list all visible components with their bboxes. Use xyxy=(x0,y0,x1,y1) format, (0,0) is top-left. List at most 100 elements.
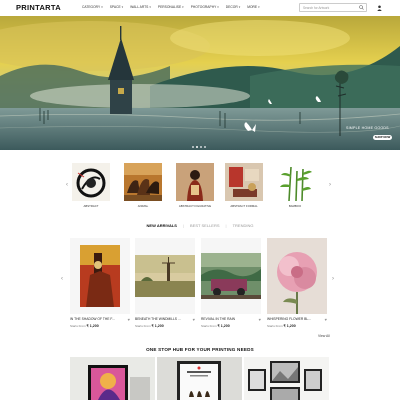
nav-personalise[interactable]: PERSONALISE ▾ xyxy=(158,5,184,9)
category-abstract-figurative[interactable]: ABSTRACT FIGURATIVE xyxy=(176,163,214,208)
product-card[interactable]: IN THE SHADOW OF THE F... ♥ Starts From ₹… xyxy=(70,238,130,328)
nav-category[interactable]: CATEGORY ▾ xyxy=(82,5,103,9)
category-animal[interactable]: ANIMAL xyxy=(124,163,162,208)
nav-decor[interactable]: DECOR ▾ xyxy=(226,5,240,9)
category-image xyxy=(225,163,263,201)
heart-icon[interactable]: ♥ xyxy=(128,317,130,322)
product-image xyxy=(201,238,261,314)
nav-more[interactable]: MORE ▾ xyxy=(247,5,259,9)
chevron-down-icon: ▾ xyxy=(149,5,151,9)
nav-label: PERSONALISE xyxy=(157,5,182,9)
heart-icon[interactable]: ♥ xyxy=(259,317,261,322)
category-bamboo[interactable]: BAMBOO xyxy=(276,163,314,208)
product-tabs: NEW ARRIVALS | BEST SELLERS | TRENDING xyxy=(0,223,400,228)
nav-label: PHOTOGRAPHY xyxy=(190,5,217,9)
tab-best-sellers[interactable]: BEST SELLERS xyxy=(190,223,220,228)
hub-card[interactable] xyxy=(70,357,155,400)
product-card[interactable]: BENEATH THE WINDMILLS ... ♥ Starts From ₹… xyxy=(135,238,195,328)
price-value: ₹ 1,200 xyxy=(86,324,99,328)
carousel-dots xyxy=(192,146,206,148)
main-nav: CATEGORY ▾ SPACE ▾ WALL ARTS ▾ PERSONALISE ▾… xyxy=(82,5,260,9)
hero-caption: SIMPLE HOME GOODS xyxy=(346,126,389,130)
chevron-down-icon: ▾ xyxy=(238,5,241,9)
price-value: ₹ 1,200 xyxy=(217,324,230,328)
price-prefix: Starts From xyxy=(267,324,283,328)
product-image xyxy=(135,238,195,314)
carousel-dot[interactable] xyxy=(192,146,194,148)
category-label: ABSTRACT xyxy=(83,204,99,208)
category-abstract-formal[interactable]: ABSTRACT FORMAL xyxy=(225,163,263,208)
product-title-row: REVIVAL IN THE RAIN ♥ xyxy=(201,317,261,322)
category-label: ANIMAL xyxy=(137,204,149,208)
section-title: ONE STOP HUB FOR YOUR PRINTING NEEDS xyxy=(146,347,254,352)
products-next-arrow-icon[interactable]: › xyxy=(332,276,334,282)
product-price: Starts From ₹ 1,200 xyxy=(267,324,327,328)
product-image xyxy=(267,238,327,314)
product-title-row: BENEATH THE WINDMILLS ... ♥ xyxy=(135,317,195,322)
search-icon[interactable] xyxy=(359,5,364,10)
nav-label: WALL ARTS xyxy=(130,5,149,9)
tab-trending[interactable]: TRENDING xyxy=(233,223,254,228)
nav-space[interactable]: SPACE ▾ xyxy=(110,5,123,9)
product-price: Starts From ₹ 1,200 xyxy=(135,324,195,328)
product-title-row: IN THE SHADOW OF THE F... ♥ xyxy=(70,317,130,322)
category-image xyxy=(72,163,110,201)
price-value: ₹ 1,200 xyxy=(151,324,164,328)
price-value: ₹ 1,200 xyxy=(283,324,296,328)
view-all-link[interactable]: View All xyxy=(318,334,330,338)
product-title-row: WHISPERING FLOWER BL... ♥ xyxy=(267,317,327,322)
hub-card-image xyxy=(244,357,329,400)
heart-icon[interactable]: ♥ xyxy=(193,317,195,322)
product-price: Starts From ₹ 1,200 xyxy=(201,324,261,328)
category-abstract[interactable]: ABSTRACT xyxy=(72,163,110,208)
hub-card-image xyxy=(70,357,155,400)
product-title[interactable]: WHISPERING FLOWER BL... xyxy=(267,317,319,322)
tab-separator: | xyxy=(182,223,185,228)
carousel-dot[interactable] xyxy=(204,146,206,148)
chevron-down-icon: ▾ xyxy=(217,5,219,9)
shop-now-button[interactable]: SHOP NOW xyxy=(373,135,392,140)
carousel-dot[interactable] xyxy=(200,146,202,148)
tab-new-arrivals[interactable]: NEW ARRIVALS xyxy=(147,223,177,228)
user-icon[interactable] xyxy=(377,5,382,11)
category-label: ABSTRACT FORMAL xyxy=(230,204,258,208)
nav-label: CATEGORY xyxy=(82,5,101,9)
product-card[interactable]: REVIVAL IN THE RAIN ♥ Starts From ₹ 1,200 xyxy=(201,238,261,328)
hub-card-image xyxy=(157,357,242,400)
hero-banner[interactable]: SIMPLE HOME GOODS SHOP NOW xyxy=(0,16,400,150)
category-next-arrow-icon[interactable]: › xyxy=(329,182,331,188)
search-placeholder: Search for Artwork xyxy=(303,5,330,10)
chevron-down-icon: ▾ xyxy=(121,5,124,9)
chevron-down-icon: ▾ xyxy=(182,5,184,9)
product-image xyxy=(70,238,130,314)
category-image xyxy=(124,163,162,201)
nav-wall-arts[interactable]: WALL ARTS ▾ xyxy=(130,5,151,9)
product-price: Starts From ₹ 1,200 xyxy=(70,324,130,328)
category-label: ABSTRACT FIGURATIVE xyxy=(178,204,212,208)
product-card[interactable]: WHISPERING FLOWER BL... ♥ Starts From ₹ 1… xyxy=(267,238,327,328)
carousel-dot-active[interactable] xyxy=(196,146,198,148)
price-prefix: Starts From xyxy=(135,324,151,328)
category-label: BAMBOO xyxy=(288,204,302,208)
tab-separator: | xyxy=(225,223,227,228)
category-image xyxy=(176,163,214,201)
product-title[interactable]: REVIVAL IN THE RAIN xyxy=(201,317,253,322)
category-image xyxy=(276,163,314,201)
chevron-down-icon: ▾ xyxy=(101,5,103,9)
price-prefix: Starts From xyxy=(70,324,86,328)
nav-label: DECOR xyxy=(225,5,238,9)
product-title[interactable]: IN THE SHADOW OF THE F... xyxy=(70,317,122,322)
search-input[interactable]: Search for Artwork xyxy=(299,3,367,12)
heart-icon[interactable]: ♥ xyxy=(325,317,327,322)
products-prev-arrow-icon[interactable]: ‹ xyxy=(61,276,63,282)
nav-label: MORE xyxy=(247,5,258,9)
price-prefix: Starts From xyxy=(201,324,217,328)
brand-logo[interactable]: PRINTARTA xyxy=(16,3,61,12)
nav-photography[interactable]: PHOTOGRAPHY ▾ xyxy=(191,5,219,9)
hub-card[interactable] xyxy=(244,357,329,400)
hub-card[interactable] xyxy=(157,357,242,400)
nav-label: SPACE xyxy=(109,5,121,9)
chevron-down-icon: ▾ xyxy=(258,5,260,9)
product-title[interactable]: BENEATH THE WINDMILLS ... xyxy=(135,317,187,322)
category-prev-arrow-icon[interactable]: ‹ xyxy=(66,182,68,188)
